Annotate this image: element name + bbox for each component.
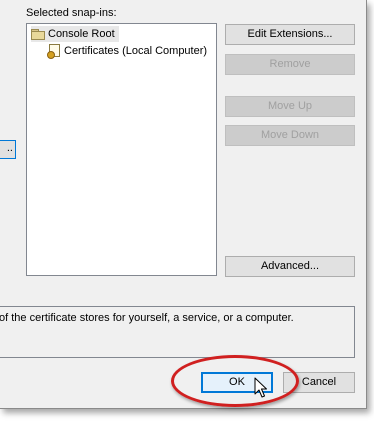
selected-snapins-tree[interactable]: Console Root Certificates (Local Compute… xyxy=(26,23,217,276)
tree-item-certificates[interactable]: Certificates (Local Computer) xyxy=(47,43,207,59)
move-down-button[interactable]: Move Down xyxy=(225,125,355,146)
selected-snapins-label: Selected snap-ins: xyxy=(26,7,117,19)
add-remove-snapins-dialog: Selected snap-ins: Console Root Certific… xyxy=(0,0,367,409)
highlight-circle xyxy=(171,355,299,407)
folder-icon xyxy=(31,29,45,40)
certificate-icon xyxy=(47,44,61,59)
edit-extensions-button[interactable]: Edit Extensions... xyxy=(225,24,355,45)
move-up-button[interactable]: Move Up xyxy=(225,96,355,117)
tree-item-label: Certificates (Local Computer) xyxy=(64,45,208,57)
advanced-button[interactable]: Advanced... xyxy=(225,256,355,277)
description-text: of the certificate stores for yourself, … xyxy=(0,312,294,324)
add-button[interactable]: .. xyxy=(0,140,16,159)
tree-item-console-root[interactable]: Console Root xyxy=(31,26,119,42)
remove-button[interactable]: Remove xyxy=(225,54,355,75)
mouse-cursor-icon xyxy=(254,377,267,398)
tree-item-label: Console Root xyxy=(48,28,115,40)
description-box: of the certificate stores for yourself, … xyxy=(0,306,355,358)
